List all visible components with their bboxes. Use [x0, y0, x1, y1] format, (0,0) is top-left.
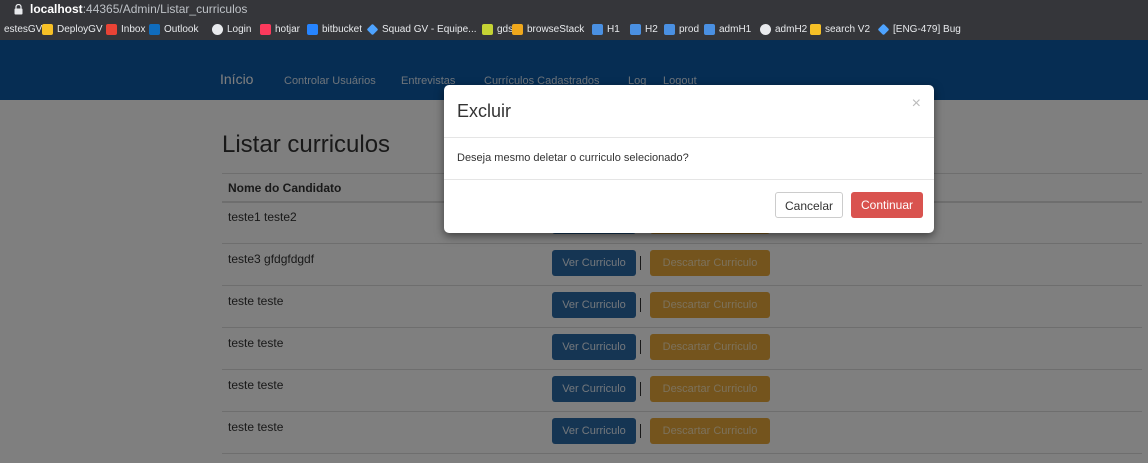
- modal-header: Excluir ×: [444, 85, 934, 138]
- bookmark-label: Login: [227, 24, 252, 35]
- bookmark-label: H1: [607, 24, 620, 35]
- bookmark-item[interactable]: Inbox: [106, 19, 145, 40]
- bookmark-label: gds: [497, 24, 514, 35]
- diamond-icon: [366, 23, 379, 36]
- browser-chrome: localhost:44365/Admin/Listar_curriculos …: [0, 0, 1148, 40]
- folder-icon: [42, 23, 53, 35]
- cancel-button[interactable]: Cancelar: [775, 192, 843, 218]
- gmail-icon: [106, 23, 117, 35]
- bookmark-label: estesGV: [4, 24, 43, 35]
- address-bar[interactable]: localhost:44365/Admin/Listar_curriculos: [0, 0, 1148, 19]
- bookmark-label: browseStack: [527, 24, 585, 35]
- bitbucket-icon: [307, 23, 318, 35]
- bookmarks-bar: estesGV DeployGV Inbox Outlook Login hotjar bi…: [0, 19, 1148, 40]
- browserstack-icon: [512, 23, 523, 35]
- folder-icon: [810, 23, 821, 35]
- bookmark-item[interactable]: browseStack: [512, 19, 584, 40]
- bookmark-item[interactable]: gds: [482, 19, 513, 40]
- bookmark-item[interactable]: H2: [630, 19, 658, 40]
- bookmark-item[interactable]: hotjar: [260, 19, 300, 40]
- bookmark-item[interactable]: search V2: [810, 19, 870, 40]
- bookmark-label: DeployGV: [57, 24, 103, 35]
- leaf-icon: [482, 23, 493, 35]
- delete-modal: Excluir × Deseja mesmo deletar o curricu…: [444, 85, 934, 233]
- globe-icon: [760, 23, 771, 35]
- bookmark-item[interactable]: admH1: [704, 19, 751, 40]
- bookmark-item[interactable]: [ENG-479] Bug: [877, 19, 961, 40]
- bookmark-label: admH2: [775, 24, 808, 35]
- bookmark-label: Outlook: [164, 24, 199, 35]
- lock-icon: [14, 4, 23, 15]
- flag-icon: [630, 23, 641, 35]
- continue-button[interactable]: Continuar: [851, 192, 923, 218]
- bookmark-label: prod: [679, 24, 700, 35]
- bookmark-item[interactable]: admH2: [760, 19, 807, 40]
- modal-message: Deseja mesmo deletar o curriculo selecio…: [457, 152, 689, 164]
- bookmark-item[interactable]: Outlook: [149, 19, 198, 40]
- modal-body: Deseja mesmo deletar o curriculo selecio…: [444, 138, 934, 180]
- hotjar-icon: [260, 23, 271, 35]
- bookmark-item[interactable]: bitbucket: [307, 19, 362, 40]
- bookmark-label: search V2: [825, 24, 871, 35]
- bookmark-item[interactable]: Login: [212, 19, 251, 40]
- modal-title: Excluir: [457, 101, 512, 121]
- flag-icon: [664, 23, 675, 35]
- bookmark-label: bitbucket: [322, 24, 363, 35]
- bookmark-item[interactable]: prod: [664, 19, 699, 40]
- bookmark-item[interactable]: Squad GV - Equipe...: [366, 19, 477, 40]
- flag-icon: [704, 23, 715, 35]
- url-text: localhost:44365/Admin/Listar_curriculos: [30, 2, 248, 16]
- bookmark-item[interactable]: DeployGV: [42, 19, 103, 40]
- bookmark-label: Inbox: [121, 24, 146, 35]
- bookmark-label: admH1: [719, 24, 752, 35]
- bookmark-item[interactable]: estesGV: [4, 19, 42, 40]
- diamond-icon: [877, 23, 890, 36]
- globe-icon: [212, 23, 223, 35]
- bookmark-label: [ENG-479] Bug: [893, 24, 961, 35]
- bookmark-label: H2: [645, 24, 658, 35]
- outlook-icon: [149, 23, 160, 35]
- close-icon[interactable]: ×: [912, 95, 921, 113]
- bookmark-item[interactable]: H1: [592, 19, 620, 40]
- bookmark-label: Squad GV - Equipe...: [382, 24, 477, 35]
- bookmark-label: hotjar: [275, 24, 301, 35]
- flag-icon: [592, 23, 603, 35]
